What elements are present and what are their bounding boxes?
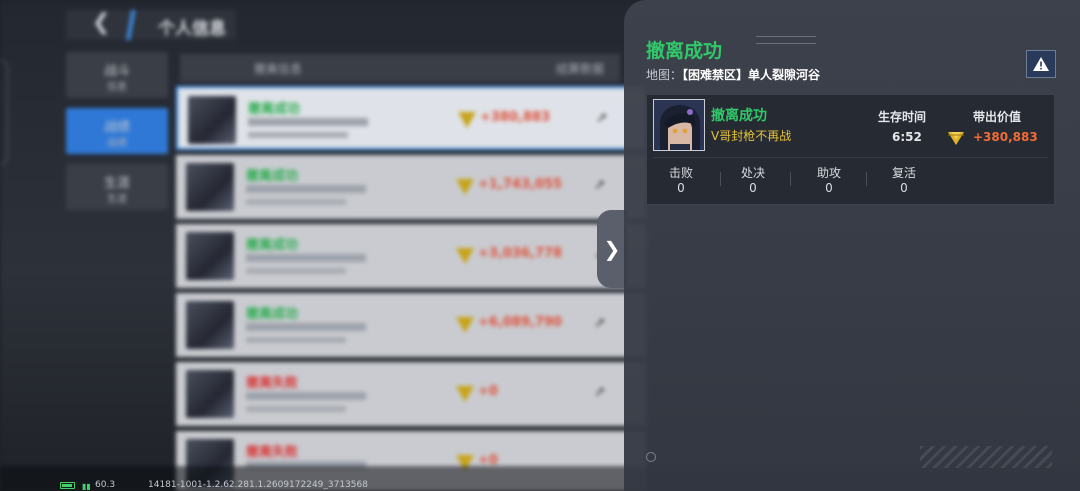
side-tab-label: 战绩 (103, 120, 130, 135)
row-status: 撤离成功 (246, 238, 299, 253)
stat-label-revive: 复活 (891, 166, 916, 180)
stat-label-assist: 助攻 (816, 166, 841, 180)
row-subtext (246, 392, 366, 400)
stat-value-revive: 0 (900, 181, 908, 195)
row-subtext (246, 268, 346, 274)
map-value: 【困难禁区】单人裂隙河谷 (682, 68, 821, 82)
character-portrait (654, 100, 704, 150)
chevron-right-icon: ❯ (603, 237, 621, 261)
stat-divider (720, 172, 721, 186)
side-tab-battle[interactable]: 战斗 信息 (66, 52, 168, 98)
stat-label-execute: 处决 (740, 166, 765, 180)
row-value: +380,883 (480, 110, 551, 125)
result-status: 撤离成功 (711, 108, 767, 124)
row-subtext (246, 185, 366, 193)
header-slash-decoration (122, 10, 140, 40)
side-tab-label: 战斗 (103, 64, 130, 79)
side-tab-sub: 战绩 (107, 138, 127, 149)
divider (653, 157, 1048, 158)
build-version: 14181-1001-1.2.62.281.1.2609172249_37135… (148, 480, 368, 490)
avatar (188, 96, 236, 144)
extracted-value-label: 带出价值 (973, 110, 1022, 124)
row-status: 撤离成功 (246, 169, 299, 184)
back-icon[interactable]: ❮ (92, 10, 110, 35)
row-value: +6,089,790 (478, 315, 563, 330)
column-header: 撤离信息 (254, 62, 303, 76)
table-row[interactable]: 撤离成功 +6,089,790 ➚ (176, 293, 646, 357)
player-result-card: 撤离成功 V哥封枪不再战 生存时间 6:52 带出价值 +380,883 击败 … (646, 94, 1055, 205)
gun-icon: ➚ (594, 177, 606, 193)
match-detail-panel: 撤离成功 地图：【困难禁区】单人裂隙河谷 撤离成功 V哥封枪不再战 生存时间 6… (624, 0, 1080, 491)
row-subtext (246, 323, 366, 331)
row-status: 撤离失败 (246, 376, 299, 391)
gun-icon: ➚ (594, 384, 606, 400)
column-header: 结算数据 (556, 62, 605, 76)
stat-value-execute: 0 (749, 181, 757, 195)
player-name: V哥封枪不再战 (711, 129, 792, 143)
row-subtext (246, 254, 366, 262)
signal-icon: ▮▮ (82, 482, 91, 491)
gem-icon (456, 386, 474, 402)
avatar (186, 232, 234, 280)
gem-icon (456, 317, 474, 333)
gem-icon (456, 248, 474, 264)
table-row[interactable]: 撤离失败 +0 ➚ (176, 362, 646, 426)
map-info: 地图：【困难禁区】单人裂隙河谷 (646, 66, 820, 83)
row-subtext (248, 118, 368, 126)
side-tab-career[interactable]: 生涯 生涯 (66, 164, 168, 210)
row-status: 撤离成功 (246, 307, 299, 322)
side-tab-sub: 信息 (107, 82, 127, 93)
row-subtext (246, 406, 346, 412)
extracted-value: +380,883 (973, 130, 1038, 144)
stat-divider (790, 172, 791, 186)
fps-readout: 60.3 (95, 480, 116, 490)
row-value: +3,036,778 (478, 246, 563, 261)
table-row[interactable]: 撤离成功 +380,883 ➚ (176, 86, 646, 150)
table-header: 撤离信息 结算数据 (180, 54, 620, 82)
stat-divider (866, 172, 867, 186)
row-subtext (246, 337, 346, 343)
row-subtext (248, 132, 348, 138)
side-tab-sub: 生涯 (107, 194, 127, 205)
table-row[interactable]: 撤离成功 +1,743,055 ➚ (176, 155, 646, 219)
decorative-dot-icon (646, 452, 656, 462)
warning-icon (1033, 57, 1049, 71)
avatar (186, 163, 234, 211)
survival-time-label: 生存时间 (878, 110, 927, 124)
panel-title: 撤离成功 (646, 40, 723, 62)
stat-value-assist: 0 (825, 181, 833, 195)
gun-icon: ➚ (596, 110, 608, 126)
map-label: 地图： (646, 68, 683, 82)
row-value: +0 (478, 384, 498, 399)
status-bar: ▮▮ 60.3 14181-1001-1.2.62.281.1.26091722… (0, 478, 1080, 491)
screen-edge (0, 60, 8, 165)
survival-time-value: 6:52 (892, 130, 922, 144)
row-value: +1,743,055 (478, 177, 563, 192)
avatar (186, 370, 234, 418)
stat-value-defeat: 0 (677, 181, 685, 195)
hatch-decoration (920, 446, 1052, 468)
avatar (653, 99, 705, 151)
side-tab-label: 生涯 (103, 176, 130, 191)
row-status: 撤离失败 (246, 445, 299, 460)
page-title: 个人信息 (158, 19, 226, 39)
avatar (186, 301, 234, 349)
row-subtext (246, 199, 346, 205)
gun-icon: ➚ (594, 315, 606, 331)
battery-icon (60, 482, 75, 489)
gem-icon (456, 179, 474, 195)
table-row[interactable]: 撤离成功 +3,036,778 ➚ (176, 224, 646, 288)
side-tab-record[interactable]: 战绩 战绩 (66, 108, 168, 154)
stat-label-defeat: 击败 (668, 166, 693, 180)
report-button[interactable] (1026, 50, 1056, 78)
gem-icon (458, 112, 476, 128)
title-decoration (756, 36, 816, 44)
gem-icon (947, 130, 965, 150)
row-status: 撤离成功 (248, 102, 301, 117)
collapse-panel-button[interactable]: ❯ (597, 210, 627, 288)
